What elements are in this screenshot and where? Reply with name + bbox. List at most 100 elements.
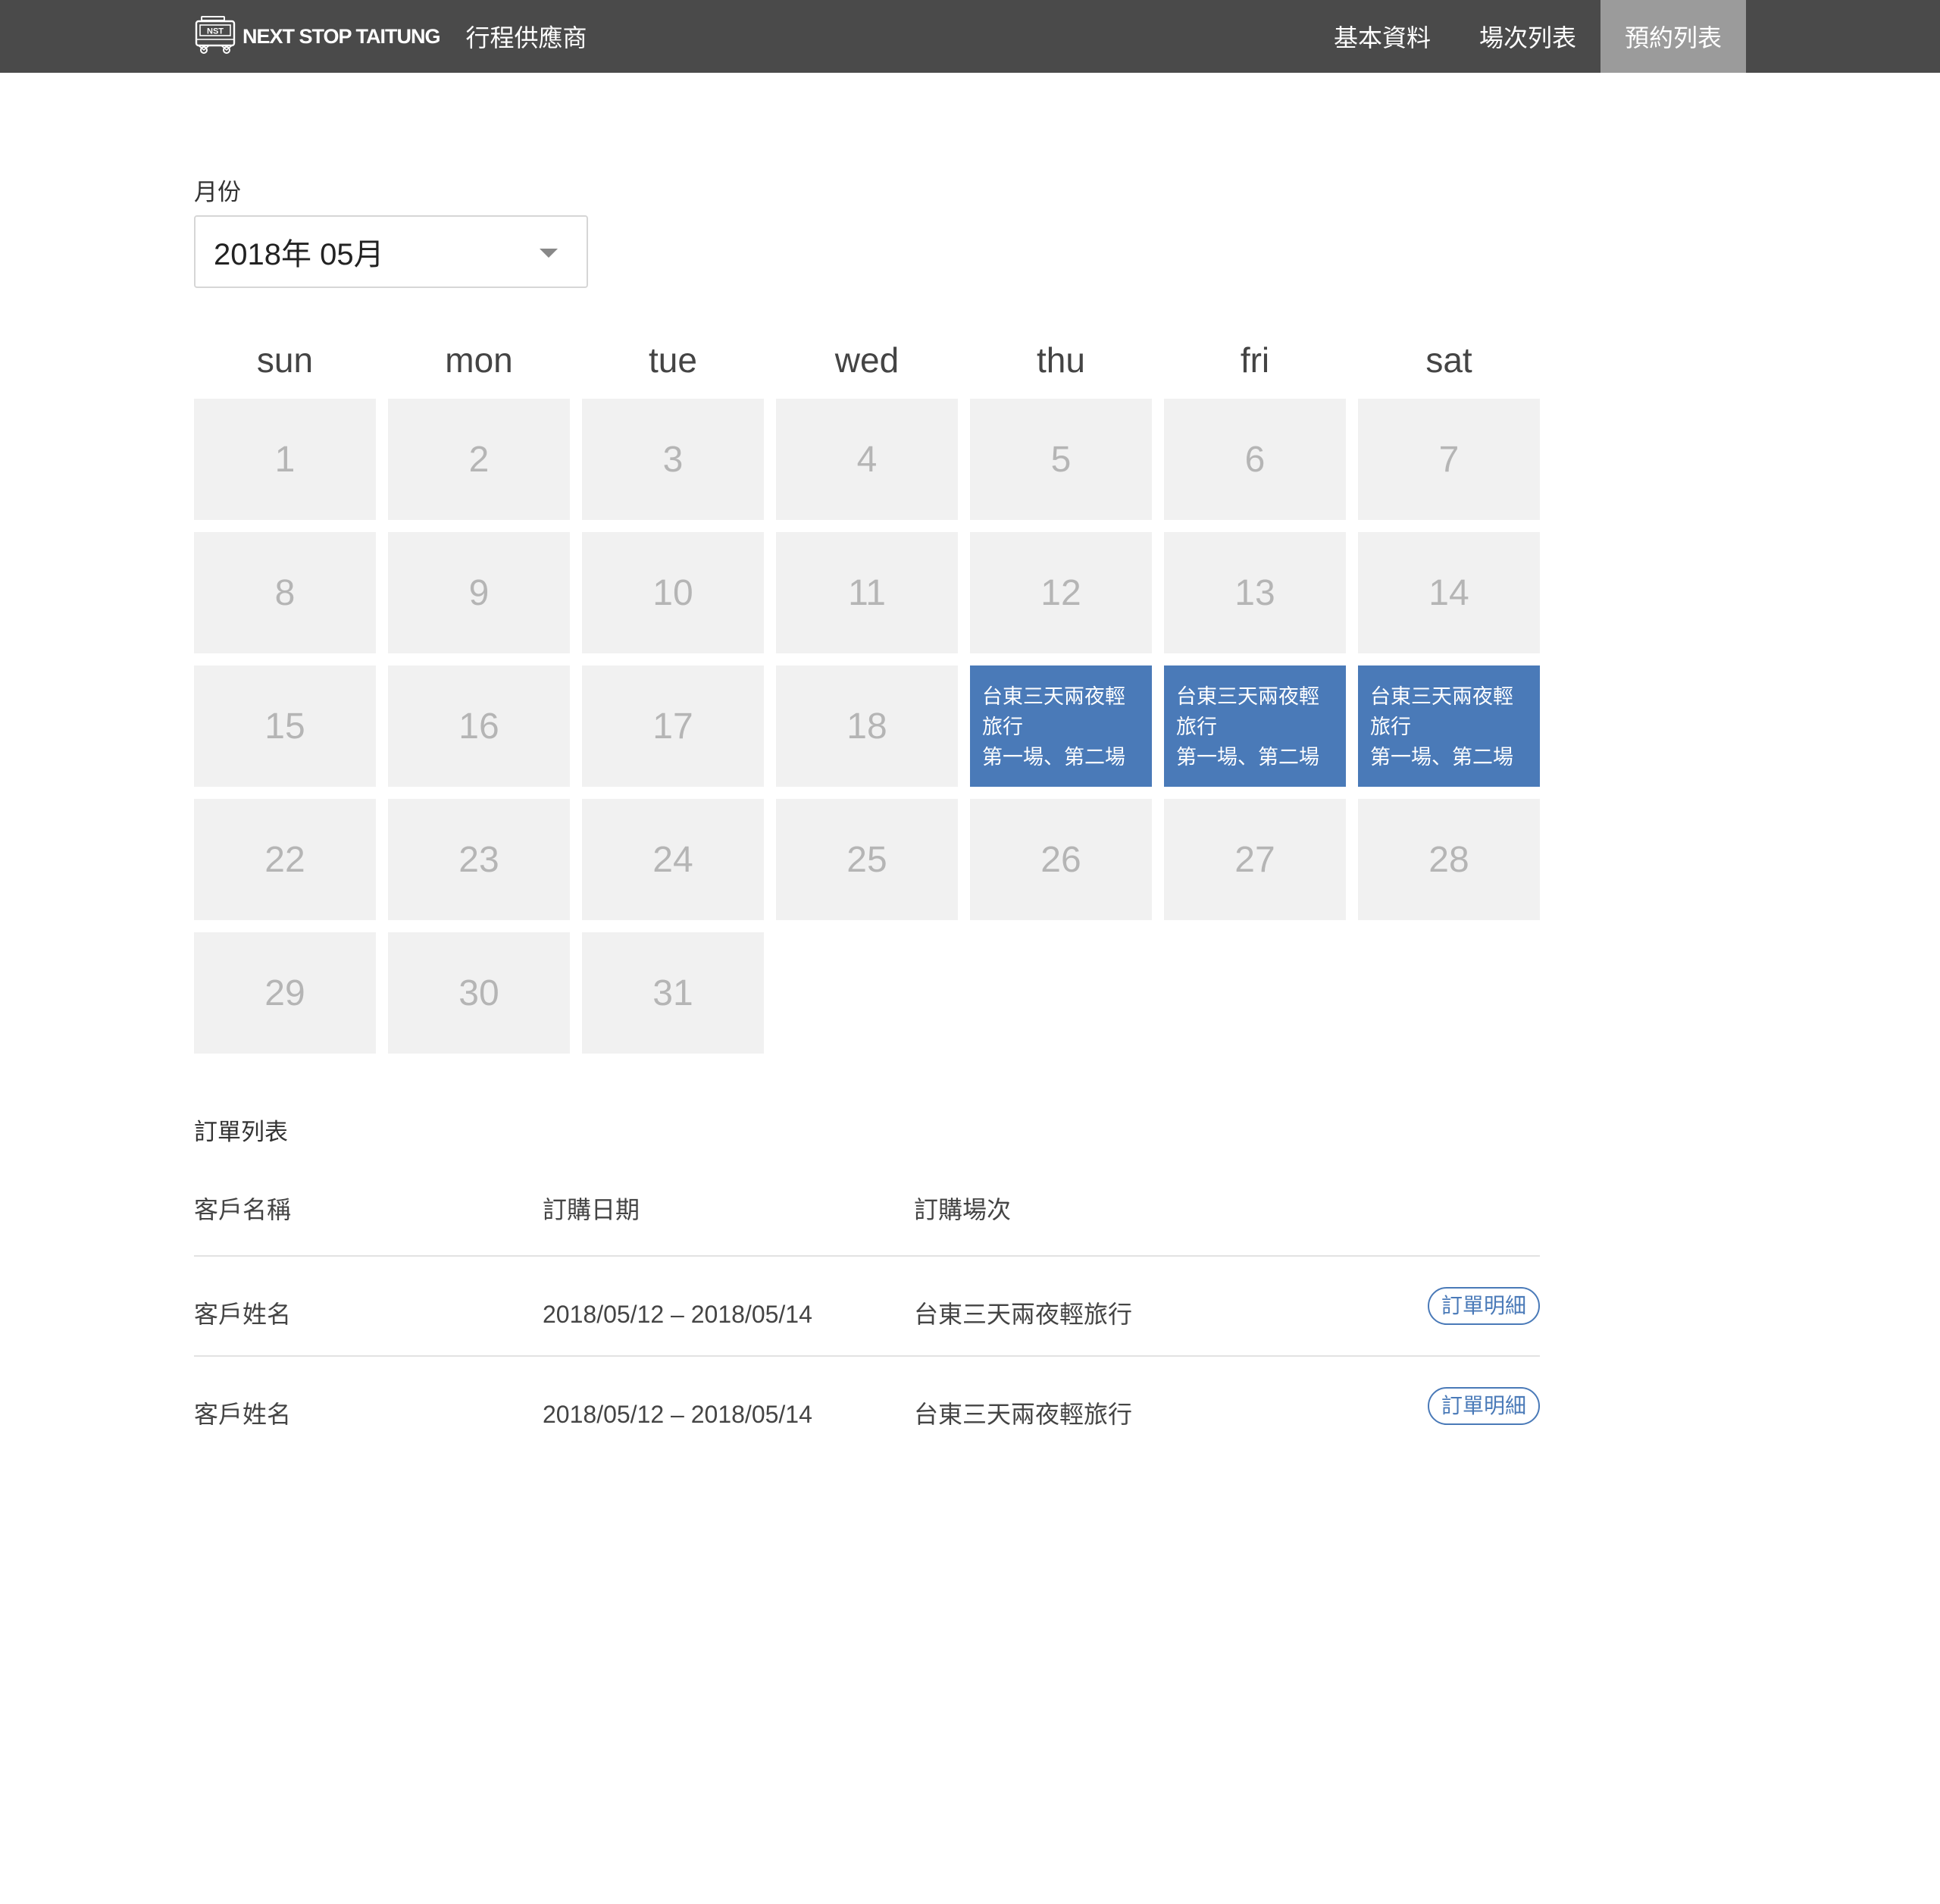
brand[interactable]: NST NEXT STOP TAITUNG 行程供應商: [194, 0, 587, 73]
day-number: 30: [458, 972, 499, 1013]
day-number: 25: [846, 839, 887, 880]
calendar-event-cell[interactable]: 台東三天兩夜輕 旅行第一場、第二場: [1164, 665, 1346, 787]
weekday-tue: tue: [649, 340, 697, 380]
calendar-day-cell[interactable]: 7: [1358, 399, 1540, 520]
calendar-weekday-header: sun mon tue wed thu fri sat: [194, 340, 1540, 385]
calendar-day-cell[interactable]: 26: [970, 799, 1152, 920]
day-number: 2: [468, 439, 490, 480]
day-number: 18: [846, 706, 887, 747]
day-number: 7: [1438, 439, 1460, 480]
calendar-day-cell[interactable]: 9: [388, 532, 570, 653]
day-number: 10: [652, 572, 693, 613]
logo-badge: NST: [207, 27, 224, 36]
calendar-day-cell[interactable]: 1: [194, 399, 376, 520]
calendar-day-cell[interactable]: 24: [582, 799, 764, 920]
nav-item-booking-list[interactable]: 預約列表: [1600, 0, 1746, 73]
order-detail-button[interactable]: 訂單明細: [1427, 1387, 1540, 1425]
calendar-day-cell[interactable]: 5: [970, 399, 1152, 520]
day-number: 8: [274, 572, 296, 613]
order-dates: 2018/05/12 – 2018/05/14: [543, 1301, 812, 1328]
day-number: 3: [662, 439, 684, 480]
weekday-wed: wed: [834, 340, 900, 380]
day-number: 31: [652, 972, 693, 1013]
calendar-day-cell[interactable]: 30: [388, 932, 570, 1054]
event-title: 台東三天兩夜輕: [1370, 685, 1513, 709]
month-value: 2018年 05月: [214, 238, 384, 271]
day-number: 15: [264, 706, 305, 747]
calendar-day-cell[interactable]: 6: [1164, 399, 1346, 520]
orders-table-header: 客戶名稱 訂購日期 訂購場次: [194, 1175, 1540, 1257]
weekday-sat: sat: [1425, 340, 1472, 380]
event-sessions: 第一場、第二場: [1176, 746, 1319, 769]
calendar-day-cell[interactable]: 3: [582, 399, 764, 520]
orders-table: 客戶名稱 訂購日期 訂購場次 客戶姓名 2018/05/12 – 2018/05…: [194, 1175, 1540, 1457]
event-title: 旅行: [982, 716, 1023, 739]
day-number: 4: [856, 439, 878, 480]
weekday-mon: mon: [445, 340, 513, 380]
event-sessions: 第一場、第二場: [1370, 746, 1513, 769]
event-title: 旅行: [1370, 716, 1411, 739]
logo-text: NEXT STOP TAITUNG: [242, 24, 441, 48]
customer-name: 客戶姓名: [194, 1400, 292, 1429]
calendar-day-cell[interactable]: 22: [194, 799, 376, 920]
calendar-day-cell[interactable]: 23: [388, 799, 570, 920]
table-row: 客戶姓名 2018/05/12 – 2018/05/14 台東三天兩夜輕旅行 訂…: [194, 1257, 1540, 1357]
day-number: 6: [1244, 439, 1266, 480]
day-number: 12: [1040, 572, 1081, 613]
column-header-customer: 客戶名稱: [194, 1195, 292, 1224]
day-number: 26: [1040, 839, 1081, 880]
day-number: 14: [1428, 572, 1469, 613]
day-number: 28: [1428, 839, 1469, 880]
event-sessions: 第一場、第二場: [982, 746, 1125, 769]
event-title: 台東三天兩夜輕: [1176, 685, 1319, 709]
day-number: 16: [458, 706, 499, 747]
event-title: 台東三天兩夜輕: [982, 685, 1125, 709]
calendar-day-cell[interactable]: 31: [582, 932, 764, 1054]
event-title: 旅行: [1176, 716, 1217, 739]
calendar-day-cell[interactable]: 10: [582, 532, 764, 653]
day-number: 27: [1234, 839, 1275, 880]
main-nav: 基本資料 場次列表 預約列表: [1310, 0, 1746, 73]
customer-name: 客戶姓名: [194, 1300, 292, 1329]
day-number: 11: [848, 572, 886, 613]
top-navbar: NST NEXT STOP TAITUNG 行程供應商 基本資料 場次列表 預約…: [0, 0, 1940, 73]
day-number: 29: [264, 972, 305, 1013]
calendar-day-cell[interactable]: 17: [582, 665, 764, 787]
calendar-day-cell[interactable]: 13: [1164, 532, 1346, 653]
calendar-day-cell[interactable]: 14: [1358, 532, 1540, 653]
calendar-day-cell[interactable]: 28: [1358, 799, 1540, 920]
calendar-day-cell[interactable]: 11: [776, 532, 958, 653]
month-label: 月份: [194, 179, 241, 206]
calendar-day-cell[interactable]: 16: [388, 665, 570, 787]
day-number: 13: [1234, 572, 1275, 613]
calendar-event-cell[interactable]: 台東三天兩夜輕 旅行第一場、第二場: [1358, 665, 1540, 787]
column-header-session: 訂購場次: [914, 1195, 1012, 1224]
calendar-grid: 1 2 3 4 5 6 7 8 9 10 11 12 13 14 15 16 17 18 台東三天兩夜輕 旅行 第一場、…: [194, 399, 1540, 1054]
calendar-day-cell[interactable]: 25: [776, 799, 958, 920]
orders-title: 訂單列表: [194, 1119, 288, 1146]
nav-item-basic-info[interactable]: 基本資料: [1310, 0, 1455, 73]
chevron-down-icon: [540, 249, 558, 258]
calendar-day-cell[interactable]: 15: [194, 665, 376, 787]
day-number: 24: [652, 839, 693, 880]
day-number: 9: [468, 572, 490, 613]
calendar-day-cell[interactable]: 8: [194, 532, 376, 653]
calendar-day-cell[interactable]: 27: [1164, 799, 1346, 920]
nav-item-session-list[interactable]: 場次列表: [1455, 0, 1600, 73]
calendar-event-cell[interactable]: 台東三天兩夜輕 旅行第一場、第二場: [970, 665, 1152, 787]
order-dates: 2018/05/12 – 2018/05/14: [543, 1401, 812, 1428]
weekday-thu: thu: [1037, 340, 1085, 380]
day-number: 23: [458, 839, 499, 880]
train-icon: NST: [195, 16, 236, 54]
weekday-sun: sun: [256, 340, 314, 380]
calendar-day-cell[interactable]: 2: [388, 399, 570, 520]
calendar-day-cell[interactable]: 12: [970, 532, 1152, 653]
day-number: 17: [652, 706, 693, 747]
brand-subtitle: 行程供應商: [465, 23, 587, 52]
calendar-day-cell[interactable]: 29: [194, 932, 376, 1054]
calendar-day-cell[interactable]: 18: [776, 665, 958, 787]
month-select[interactable]: 2018年 05月: [194, 215, 588, 288]
table-row: 客戶姓名 2018/05/12 – 2018/05/14 台東三天兩夜輕旅行 訂…: [194, 1357, 1540, 1457]
calendar-day-cell[interactable]: 4: [776, 399, 958, 520]
order-detail-button[interactable]: 訂單明細: [1427, 1287, 1540, 1325]
